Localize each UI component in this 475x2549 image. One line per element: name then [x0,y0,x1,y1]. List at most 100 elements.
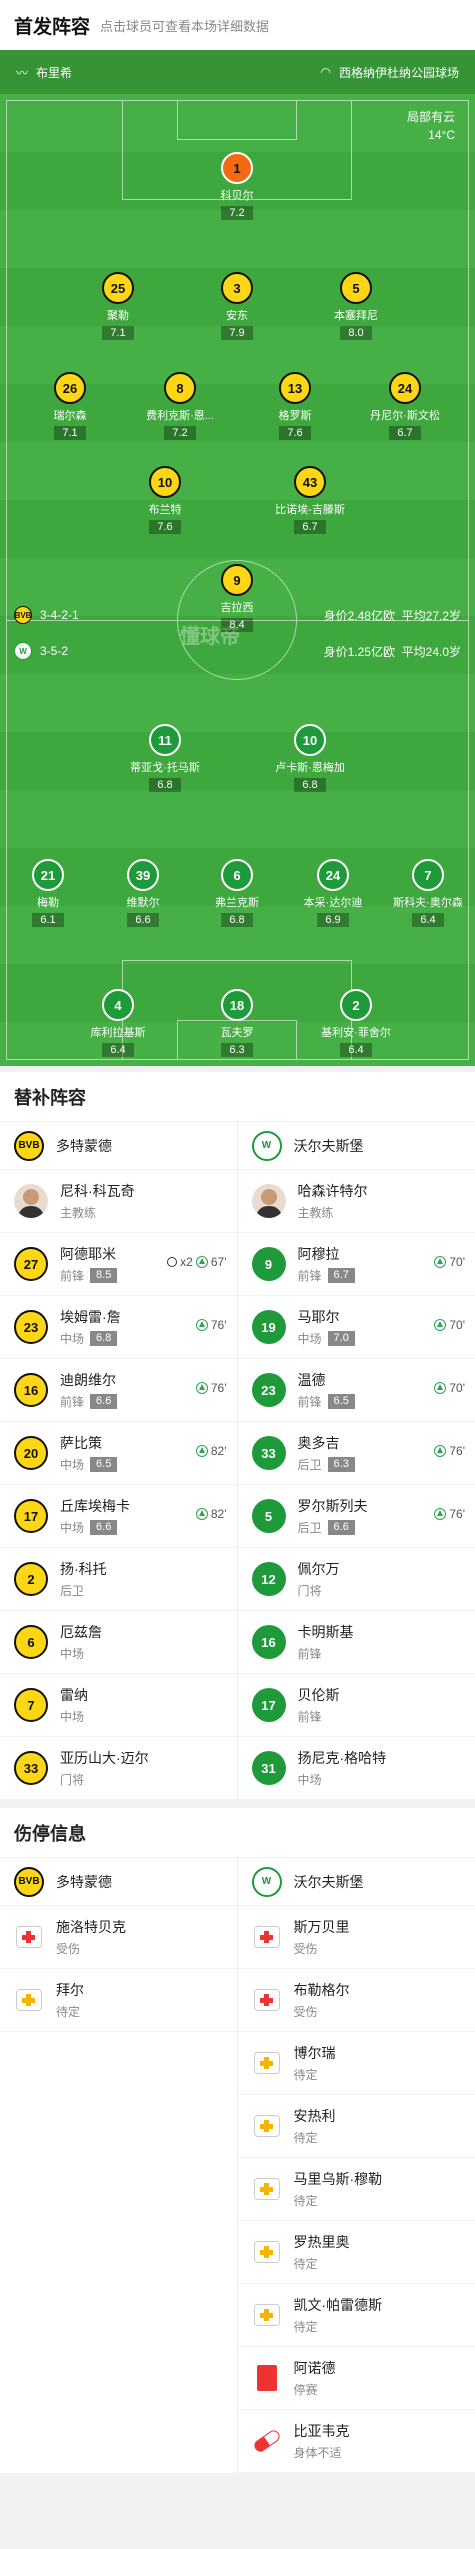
sub-player-row[interactable]: 23 温德 前锋 6.5 70' [237,1359,475,1422]
sub-player-row[interactable]: 16 卡明斯基 前锋 [237,1611,475,1674]
player-number-badge: 4 [102,989,134,1021]
sub-player-row[interactable]: 17 贝伦斯 前锋 [237,1674,475,1737]
coach-row[interactable]: 尼科·科瓦奇 主教练 [0,1170,237,1233]
player-25-home[interactable]: 25 聚勒 7.1 [63,272,173,341]
player-26-home[interactable]: 26 瑞尔森 7.1 [15,372,125,441]
player-rating: 7.9 [221,326,253,340]
sub-on-event: x2 67' [167,1255,227,1269]
injury-row[interactable]: 凯文·帕雷德斯 待定 [237,2284,475,2347]
player-1-hgk[interactable]: 1 科贝尔 7.2 [182,152,292,221]
player-6-away[interactable]: 6 弗兰克斯 6.8 [182,859,292,928]
sub-minute: 82' [210,1507,227,1521]
injury-status: 待定 [293,2131,318,2145]
sub-player-row[interactable]: 19 马耶尔 中场 7.0 70' [237,1296,475,1359]
player-9-home[interactable]: 9 吉拉西 8.4 [182,564,292,633]
medical-kit-icon [16,1989,42,2011]
sub-player-row[interactable]: 33 奥多吉 后卫 6.3 76' [237,1422,475,1485]
injury-row[interactable]: 罗热里奥 待定 [237,2221,475,2284]
player-rating: 7.2 [221,206,253,220]
sub-player-row[interactable]: 7 雷纳 中场 [0,1674,237,1737]
player-info: 比亚韦克 身体不适 [294,2421,462,2461]
sub-player-row[interactable]: 2 扬·科托 后卫 [0,1548,237,1611]
player-18-away[interactable]: 18 瓦夫罗 6.3 [182,989,292,1058]
player-13-home[interactable]: 13 格罗斯 7.6 [240,372,350,441]
player-number-badge: 7 [14,1688,48,1722]
player-8-home[interactable]: 8 费利克斯·恩... 7.2 [125,372,235,441]
sub-player-row[interactable]: 31 扬尼克·格哈特 中场 [237,1737,475,1800]
sub-player-row[interactable]: 17 丘库埃梅卡 中场 6.6 82' [0,1485,237,1548]
stadium-name: 西格纳伊杜纳公园球场 [338,65,459,80]
player-name: 拜尔 [56,1982,84,1998]
medical-kit-icon [253,1926,280,1948]
injury-row[interactable]: 斯万贝里 受伤 [237,1906,475,1969]
player-name: 格罗斯 [278,410,312,422]
player-name: 瓦夫罗 [220,1027,254,1039]
player-name: 本塞拜尼 [334,310,378,322]
player-10-home[interactable]: 10 布兰特 7.6 [110,466,220,535]
player-name: 基利安·菲舍尔 [321,1027,391,1039]
injury-status: 受伤 [293,1942,318,1956]
injury-row[interactable]: 拜尔 待定 [0,1969,237,2032]
medical-kit-icon [253,1989,280,2011]
player-4-away[interactable]: 4 库利拉基斯 6.4 [63,989,173,1058]
sub-player-row[interactable]: 20 萨比策 中场 6.5 82' [0,1422,237,1485]
player-name: 丹尼尔·斯文松 [370,410,440,422]
sub-player-row[interactable]: 6 厄兹詹 中场 [0,1611,237,1674]
player-position-row: 中场 6.6 [60,1519,223,1536]
player-info: 扬尼克·格哈特 中场 [298,1748,462,1788]
wolfsburg-logo-icon: W [251,1866,282,1897]
coach-row[interactable]: 哈森许特尔 主教练 [237,1170,475,1233]
red-cross-icon [14,1922,44,1952]
sub-player-row[interactable]: 27 阿德耶米 前锋 8.5 x2 67' [0,1233,237,1296]
home-team-name: 多特蒙德 [56,1873,112,1890]
player-name: 阿诺德 [293,2360,336,2376]
injury-row[interactable]: 布勒格尔 受伤 [237,1969,475,2032]
player-name: 扬·科托 [60,1561,107,1577]
player-rating: 6.6 [90,1394,118,1409]
temperature-text: 14°C [428,128,455,142]
player-24-home[interactable]: 24 丹尼尔·斯文松 6.7 [350,372,460,441]
sub-player-row[interactable]: 12 佩尔万 门将 [237,1548,475,1611]
yellow-cross-icon [252,2174,282,2204]
player-number-badge: 39 [127,859,159,891]
sub-on-icon [434,1508,447,1520]
sub-player-row[interactable]: 23 埃姆雷·詹 中场 6.8 76' [0,1296,237,1359]
player-number-badge: 10 [149,466,181,498]
player-11-away[interactable]: 11 蒂亚戈·托马斯 6.8 [110,724,220,793]
player-5-home[interactable]: 5 本塞拜尼 8.0 [301,272,411,341]
injury-row[interactable]: 比亚韦克 身体不适 [237,2410,475,2473]
player-position: 前锋 [297,1647,322,1661]
player-3-home[interactable]: 3 安东 7.9 [182,272,292,341]
player-7-away[interactable]: 7 斯科夫·奥尔森 6.4 [373,859,475,928]
sub-on-event: 76' [195,1381,227,1395]
yellow-cross-icon [14,1985,44,2015]
player-10-away[interactable]: 10 卢卡斯·恩梅加 6.8 [255,724,365,793]
home-team-header: BVB 多特蒙德 [0,1858,237,1906]
player-name: 施洛特贝克 [56,1919,126,1935]
injury-row[interactable]: 施洛特贝克 受伤 [0,1906,237,1969]
player-24-away[interactable]: 24 本采·达尔迪 6.9 [278,859,388,928]
injury-row[interactable]: 博尔瑞 待定 [237,2032,475,2095]
injury-row[interactable]: 安热利 待定 [237,2095,475,2158]
injury-status: 待定 [293,2320,318,2334]
player-2-away[interactable]: 2 基利安·菲舍尔 6.4 [301,989,411,1058]
player-rating: 6.8 [149,778,181,792]
player-name: 佩尔万 [297,1561,340,1577]
sub-player-row[interactable]: 9 阿穆拉 前锋 6.7 70' [237,1233,475,1296]
player-number-badge: 7 [412,859,444,891]
player-name: 亚历山大·迈尔 [60,1750,149,1766]
sub-player-row[interactable]: 5 罗尔斯列夫 后卫 6.6 76' [237,1485,475,1548]
player-number-badge: 19 [251,1310,286,1344]
sub-player-row[interactable]: 16 迪朗维尔 前锋 6.6 76' [0,1359,237,1422]
player-name: 比诺埃-吉滕斯 [275,504,345,516]
injury-row[interactable]: 阿诺德 停赛 [237,2347,475,2410]
player-info: 博尔瑞 待定 [294,2043,462,2083]
home-team-header: BVB 多特蒙德 [0,1122,237,1170]
yellow-cross-icon [252,2111,282,2141]
yellow-cross-icon [252,2237,282,2267]
away-team-header: W 沃尔夫斯堡 [237,1122,475,1170]
sub-player-row[interactable]: 33 亚历山大·迈尔 门将 [0,1737,237,1800]
injury-row[interactable]: 马里乌斯·穆勒 待定 [237,2158,475,2221]
player-43-home[interactable]: 43 比诺埃-吉滕斯 6.7 [255,466,365,535]
player-position: 前锋 [297,1269,322,1283]
